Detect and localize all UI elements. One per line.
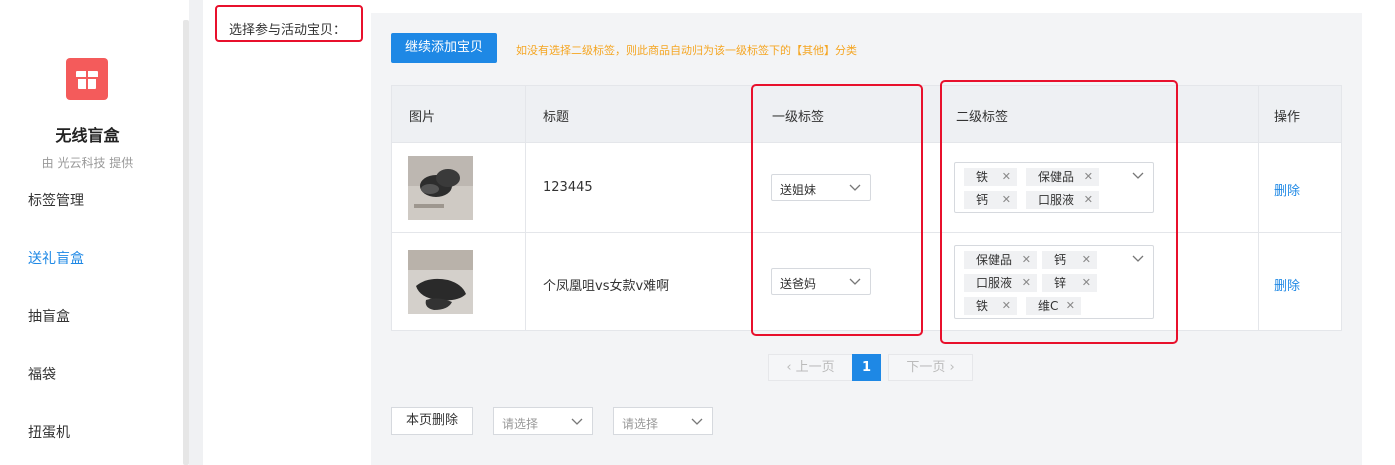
sidebar: 无线盲盒 由 光云科技 提供 标签管理 送礼盲盒 抽盲盒 福袋 扭蛋机 xyxy=(0,20,181,465)
bulk-select-1[interactable]: 请选择 xyxy=(493,407,593,435)
prev-page-button[interactable]: ‹ 上一页 xyxy=(768,354,853,381)
select-placeholder: 请选择 xyxy=(502,417,539,431)
app-root: 无线盲盒 由 光云科技 提供 标签管理 送礼盲盒 抽盲盒 福袋 扭蛋机 选择参与… xyxy=(0,0,1395,465)
app-subtitle: 由 光云科技 提供 xyxy=(41,156,134,170)
chevron-right-icon: › xyxy=(949,360,955,375)
product-title: 123445 xyxy=(543,180,593,195)
sidebar-item-gift-blindbox[interactable]: 送礼盲盒 xyxy=(28,248,84,268)
highlight-box xyxy=(751,84,923,336)
app-logo xyxy=(66,58,108,100)
divider xyxy=(1258,86,1259,330)
chevron-down-icon xyxy=(571,418,583,425)
divider xyxy=(189,0,203,465)
section-label: 选择参与活动宝贝： xyxy=(215,5,363,42)
sidebar-item-tag-management[interactable]: 标签管理 xyxy=(28,190,84,210)
page-number-button[interactable]: 1 xyxy=(852,354,881,381)
gift-box-icon xyxy=(76,71,98,89)
product-image xyxy=(408,156,473,220)
bulk-select-2[interactable]: 请选择 xyxy=(613,407,713,435)
add-item-button[interactable]: 继续添加宝贝 xyxy=(391,33,497,63)
select-placeholder: 请选择 xyxy=(622,417,659,431)
product-title: 个凤凰咀vs女款v难啊 xyxy=(543,279,670,294)
chevron-left-icon: ‹ xyxy=(786,360,792,375)
delete-link[interactable]: 删除 xyxy=(1274,180,1300,199)
header-action: 操作 xyxy=(1274,110,1301,125)
next-page-button[interactable]: 下一页 › xyxy=(888,354,973,381)
sidebar-item-draw-blindbox[interactable]: 抽盲盒 xyxy=(28,306,70,326)
header-image: 图片 xyxy=(409,110,436,125)
header-title: 标题 xyxy=(543,110,570,125)
sidebar-item-lucky-bag[interactable]: 福袋 xyxy=(28,364,56,384)
delete-link[interactable]: 删除 xyxy=(1274,275,1300,294)
bulk-delete-button[interactable]: 本页删除 xyxy=(391,407,473,435)
chevron-down-icon xyxy=(691,418,703,425)
app-title: 无线盲盒 xyxy=(55,126,120,145)
sidebar-item-gashapon[interactable]: 扭蛋机 xyxy=(28,422,70,442)
divider xyxy=(525,86,526,330)
product-image xyxy=(408,250,473,314)
highlight-box xyxy=(940,80,1178,344)
hint-text: 如没有选择二级标签，则此商品自动归为该一级标签下的【其他】分类 xyxy=(516,44,857,57)
